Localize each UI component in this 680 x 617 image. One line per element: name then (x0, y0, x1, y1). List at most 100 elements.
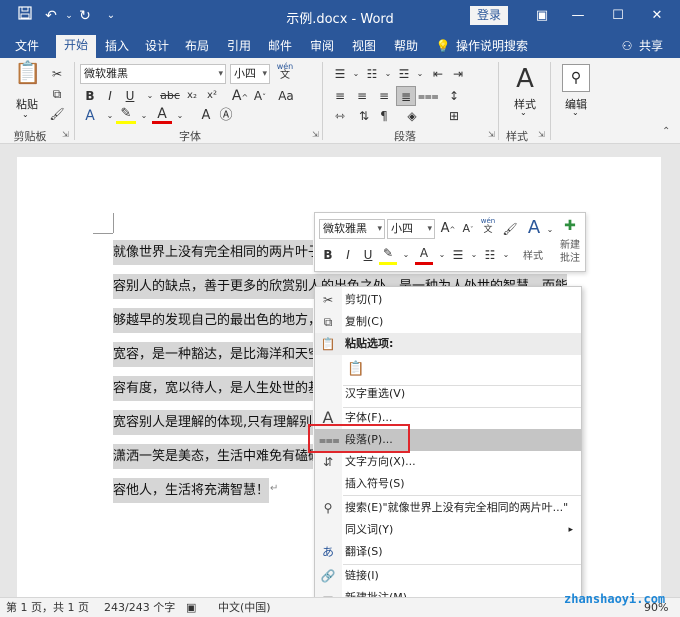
chevron-down-icon[interactable]: ⌄ (170, 106, 190, 126)
distributed-icon[interactable]: ⩶ (418, 86, 439, 106)
shrink-font-icon[interactable]: Aˇ (250, 86, 270, 106)
format-painter-icon[interactable]: 🖌 (501, 220, 519, 238)
underline-icon[interactable]: U (120, 86, 140, 106)
styles-launcher-icon[interactable]: ⇲ (538, 130, 545, 139)
menu-item-cut[interactable]: ✂ 剪切(T) (315, 289, 581, 311)
chevron-down-icon[interactable]: ⌄ (572, 108, 579, 117)
tab-help[interactable]: 帮助 (389, 36, 423, 58)
menu-item-synonyms[interactable]: 同义词(Y) ▸ (315, 519, 581, 541)
highlight-icon[interactable]: ✎ (116, 104, 136, 124)
document-line[interactable]: 宽容，是一种豁达，是比海洋和天空 (113, 342, 313, 367)
bold-icon[interactable]: B (80, 86, 100, 106)
format-painter-icon[interactable]: 🖌 (47, 104, 67, 124)
share-button[interactable]: 共享 (636, 36, 666, 58)
bold-icon[interactable]: B (319, 246, 337, 264)
styles-icon[interactable]: A (510, 64, 540, 94)
document-line[interactable]: 够越早的发现自己的最出色的地方， (113, 308, 313, 333)
grow-font-icon[interactable]: A^ (439, 220, 457, 238)
borders-icon[interactable]: ⊞ (444, 106, 464, 126)
chevron-down-icon[interactable]: ⌄ (397, 246, 415, 264)
justify-icon[interactable]: ≣ (396, 86, 416, 106)
document-line[interactable]: 容他人，生活将充满智慧！ (113, 478, 269, 503)
document-line[interactable]: 宽容别人是理解的体现,只有理解别 (113, 410, 313, 435)
menu-item-link[interactable]: 🔗 链接(I) (315, 565, 581, 587)
menu-item-translate[interactable]: あ翻译(S) (315, 541, 581, 563)
italic-icon[interactable]: I (339, 246, 357, 264)
align-left-icon[interactable]: ≡ (330, 86, 350, 106)
font-size-combo[interactable]: 小四 ▾ (230, 64, 270, 84)
tab-view[interactable]: 视图 (347, 36, 381, 58)
login-button[interactable]: 登录 (470, 6, 508, 25)
decrease-indent-icon[interactable]: ⇤ (428, 64, 448, 84)
line-spacing-icon[interactable]: ↕ (444, 86, 464, 106)
enclose-characters-icon[interactable]: Ⓐ (216, 106, 236, 126)
grow-font-icon[interactable]: A^ (230, 86, 250, 106)
paragraph-launcher-icon[interactable]: ⇲ (488, 130, 495, 139)
tab-review[interactable]: 审阅 (305, 36, 339, 58)
menu-item-text-direction[interactable]: ⇵ 文字方向(X)... (315, 451, 581, 473)
proofing-icon[interactable]: ▣ (186, 598, 196, 617)
change-case-icon[interactable]: Aa (276, 86, 296, 106)
page-count[interactable]: 第 1 页，共 1 页 (6, 598, 89, 617)
document-line[interactable]: 潇洒一笑是美态，生活中难免有磕磕 (113, 444, 313, 469)
clipboard-launcher-icon[interactable]: ⇲ (62, 130, 69, 139)
menu-item-hanzi-reconvert[interactable]: 汉字重选(V) (315, 383, 581, 405)
subscript-icon[interactable]: x₂ (182, 86, 202, 106)
text-effects-icon[interactable]: A (80, 106, 100, 126)
copy-icon[interactable]: ⧉ (47, 84, 67, 104)
scissors-icon[interactable]: ✂ (47, 64, 67, 84)
character-shading-icon[interactable]: A (196, 106, 216, 126)
document-line[interactable]: 就像世界上没有完全相同的两片叶子 (113, 240, 313, 265)
new-comment-icon[interactable]: ✚ (561, 217, 579, 235)
strikethrough-icon[interactable]: abc (160, 86, 180, 106)
font-name-combo[interactable]: 微软雅黑 ▾ (80, 64, 226, 84)
align-center-icon[interactable]: ≡ (352, 86, 372, 106)
close-icon[interactable]: ✕ (642, 4, 672, 28)
highlight-icon[interactable]: ✎ (379, 244, 397, 265)
mini-new-comment-button[interactable]: 新建 批注 (555, 239, 585, 265)
document-line[interactable]: 容有度，宽以待人，是人生处世的基 (113, 376, 313, 401)
underline-icon[interactable]: U (359, 246, 377, 264)
chevron-down-icon[interactable]: ⌄ (520, 108, 527, 117)
increase-indent-icon[interactable]: ⇥ (448, 64, 468, 84)
ribbon-display-icon[interactable]: ▣ (527, 4, 557, 28)
tell-me-search[interactable]: 操作说明搜索 (456, 36, 536, 58)
chevron-down-icon[interactable]: ⌄ (140, 86, 160, 106)
font-color-icon[interactable]: A (152, 104, 172, 124)
shrink-font-icon[interactable]: Aˇ (459, 220, 477, 238)
paste-dropdown-icon[interactable]: ⌄ (22, 110, 29, 119)
font-color-icon[interactable]: A (415, 244, 433, 265)
sort-icon[interactable]: ⇅ (354, 106, 374, 126)
phonetic-guide-icon[interactable]: wén 文 (276, 62, 294, 81)
minimize-icon[interactable]: — (563, 4, 593, 28)
search-icon[interactable]: ⚲ (562, 64, 590, 92)
mini-size-combo[interactable]: 小四 ▾ (387, 219, 435, 239)
italic-icon[interactable]: I (100, 86, 120, 106)
menu-item-search[interactable]: ⚲ 搜索(E)"就像世界上没有完全相同的两片叶..." (315, 497, 581, 519)
maximize-icon[interactable]: ☐ (603, 4, 633, 28)
tab-file[interactable]: 文件 (8, 36, 46, 58)
paste-icon[interactable]: 📋 (14, 63, 42, 92)
word-count[interactable]: 243/243 个字 (104, 598, 175, 617)
chevron-down-icon[interactable]: ⌄ (410, 64, 430, 84)
chevron-down-icon[interactable]: ⌄ (497, 246, 515, 264)
menu-item-insert-symbol[interactable]: 插入符号(S) (315, 473, 581, 495)
collapse-ribbon-icon[interactable]: ⌃ (662, 126, 670, 137)
tab-references[interactable]: 引用 (222, 36, 256, 58)
font-launcher-icon[interactable]: ⇲ (312, 130, 319, 139)
shading-icon[interactable]: ◈ (402, 106, 422, 126)
tab-layout[interactable]: 布局 (180, 36, 214, 58)
tab-design[interactable]: 设计 (140, 36, 174, 58)
chevron-down-icon[interactable]: ⌄ (134, 106, 154, 126)
menu-item-paste-keep-text[interactable]: 📋 (315, 355, 581, 383)
show-marks-icon[interactable]: ¶ (374, 106, 394, 126)
chinese-layout-icon[interactable]: ⇿ (330, 106, 350, 126)
menu-item-copy[interactable]: ⧉ 复制(C) (315, 311, 581, 333)
mini-styles-button[interactable]: 样式 (523, 247, 551, 262)
mini-font-combo[interactable]: 微软雅黑 ▾ (319, 219, 385, 239)
phonetic-guide-icon[interactable]: wén 文 (479, 217, 497, 235)
align-right-icon[interactable]: ≡ (374, 86, 394, 106)
tab-mailings[interactable]: 邮件 (263, 36, 297, 58)
language-indicator[interactable]: 中文(中国) (218, 598, 271, 617)
tab-home[interactable]: 开始 (56, 35, 96, 58)
